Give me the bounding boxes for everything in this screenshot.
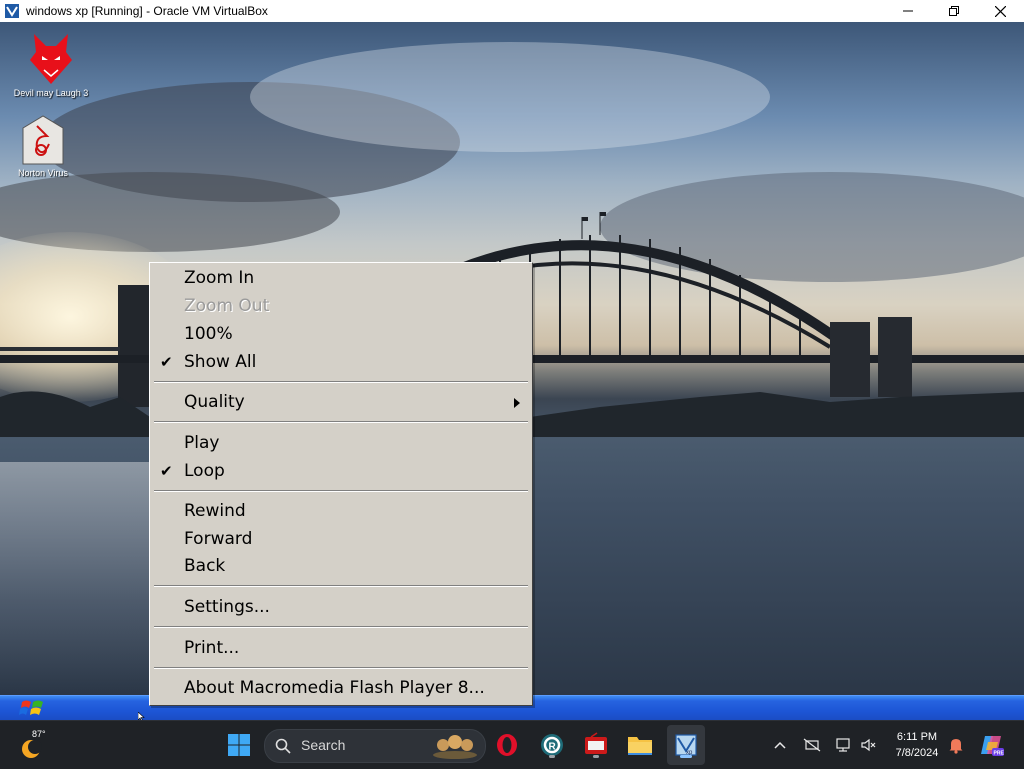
devil-face-icon <box>30 34 72 84</box>
maximize-icon <box>949 6 959 16</box>
menu-separator <box>154 381 528 383</box>
menu-item-play[interactable]: Play <box>150 430 532 456</box>
desktop-icon-label: Norton Virus <box>18 168 68 178</box>
taskbar-app-opera[interactable] <box>491 729 523 761</box>
flash-context-menu: Zoom In Zoom Out 100% ✔ Show All Quality… <box>149 262 533 706</box>
desktop-icon-devil-may-laugh[interactable]: Devil may Laugh 3 <box>6 30 96 98</box>
menu-item-zoom-out: Zoom Out <box>184 296 270 316</box>
maximize-button[interactable] <box>931 0 977 22</box>
tray-network[interactable] <box>796 729 828 761</box>
windows-start-icon <box>228 734 250 756</box>
taskbar-app-virtualbox-xp[interactable]: xp <box>670 729 702 761</box>
running-indicator <box>549 755 555 758</box>
menu-item-100-percent[interactable]: 100% <box>150 321 532 347</box>
window-title: windows xp [Running] - Oracle VM Virtual… <box>26 4 268 18</box>
checkmark-icon: ✔ <box>160 353 173 371</box>
windows-xp-flag-icon[interactable] <box>16 697 50 719</box>
cloud <box>250 42 770 152</box>
menu-item-rewind[interactable]: Rewind <box>150 498 532 524</box>
taskbar-app-radio[interactable] <box>580 729 612 761</box>
virtualbox-xp-icon: xp <box>675 734 697 756</box>
host-taskbar: 87° Search R xp 6:11 PM 7/8/2024 PRE <box>0 720 1024 769</box>
start-button[interactable] <box>223 729 255 761</box>
close-icon <box>994 5 1006 17</box>
search-highlight-icon <box>433 735 477 759</box>
submenu-arrow-icon <box>514 398 520 408</box>
svg-text:PRE: PRE <box>994 751 1005 757</box>
taskbar-search[interactable]: Search <box>264 729 486 763</box>
menu-separator <box>154 490 528 492</box>
notifications-button[interactable] <box>940 729 972 761</box>
running-indicator <box>593 755 599 758</box>
menu-item-settings[interactable]: Settings... <box>150 594 532 620</box>
desktop-icon-label: Devil may Laugh 3 <box>13 88 89 98</box>
menu-item-show-all[interactable]: ✔ Show All <box>150 349 532 375</box>
menu-separator <box>154 626 528 628</box>
menu-item-quality[interactable]: Quality <box>150 389 532 415</box>
menu-item-about[interactable]: About Macromedia Flash Player 8... <box>150 675 532 701</box>
search-placeholder: Search <box>301 737 346 753</box>
menu-item-back[interactable]: Back <box>150 553 532 579</box>
copilot-button[interactable]: PRE <box>976 729 1008 761</box>
virtualbox-icon <box>5 4 19 18</box>
search-icon <box>275 738 291 754</box>
network-off-icon <box>803 738 821 752</box>
minimize-button[interactable] <box>885 0 931 22</box>
tray-volume[interactable] <box>853 729 885 761</box>
close-button[interactable] <box>977 0 1023 22</box>
copilot-icon: PRE <box>981 736 1005 757</box>
menu-item-zoom-in[interactable]: Zoom In <box>150 265 532 291</box>
menu-separator <box>154 667 528 669</box>
menu-item-print[interactable]: Print... <box>150 635 532 661</box>
tray-overflow-button[interactable] <box>764 729 796 761</box>
taskbar-app-r[interactable]: R <box>536 729 568 761</box>
svg-text:R: R <box>549 742 557 753</box>
chevron-up-icon <box>774 741 786 749</box>
weather-temp: 87° <box>32 729 46 739</box>
volume-muted-icon <box>861 738 876 752</box>
weather-sun-icon <box>22 740 42 758</box>
menu-item-loop[interactable]: ✔ Loop <box>150 458 532 484</box>
file-explorer-icon <box>628 737 652 755</box>
notification-bell-icon <box>949 739 963 754</box>
opera-icon <box>497 734 517 756</box>
window-title-bar[interactable]: windows xp [Running] - Oracle VM Virtual… <box>0 0 1024 22</box>
running-indicator <box>680 755 692 758</box>
display-icon <box>836 738 850 752</box>
menu-separator <box>154 585 528 587</box>
menu-separator <box>154 421 528 423</box>
desktop-icon-norton-virus[interactable]: Norton Virus <box>0 114 88 178</box>
minimize-icon <box>903 10 913 12</box>
menu-item-forward[interactable]: Forward <box>150 526 532 552</box>
checkmark-icon: ✔ <box>160 462 173 480</box>
weather-widget[interactable]: 87° <box>18 727 58 763</box>
norton-virus-icon <box>22 115 64 165</box>
taskbar-app-file-explorer[interactable] <box>624 729 656 761</box>
